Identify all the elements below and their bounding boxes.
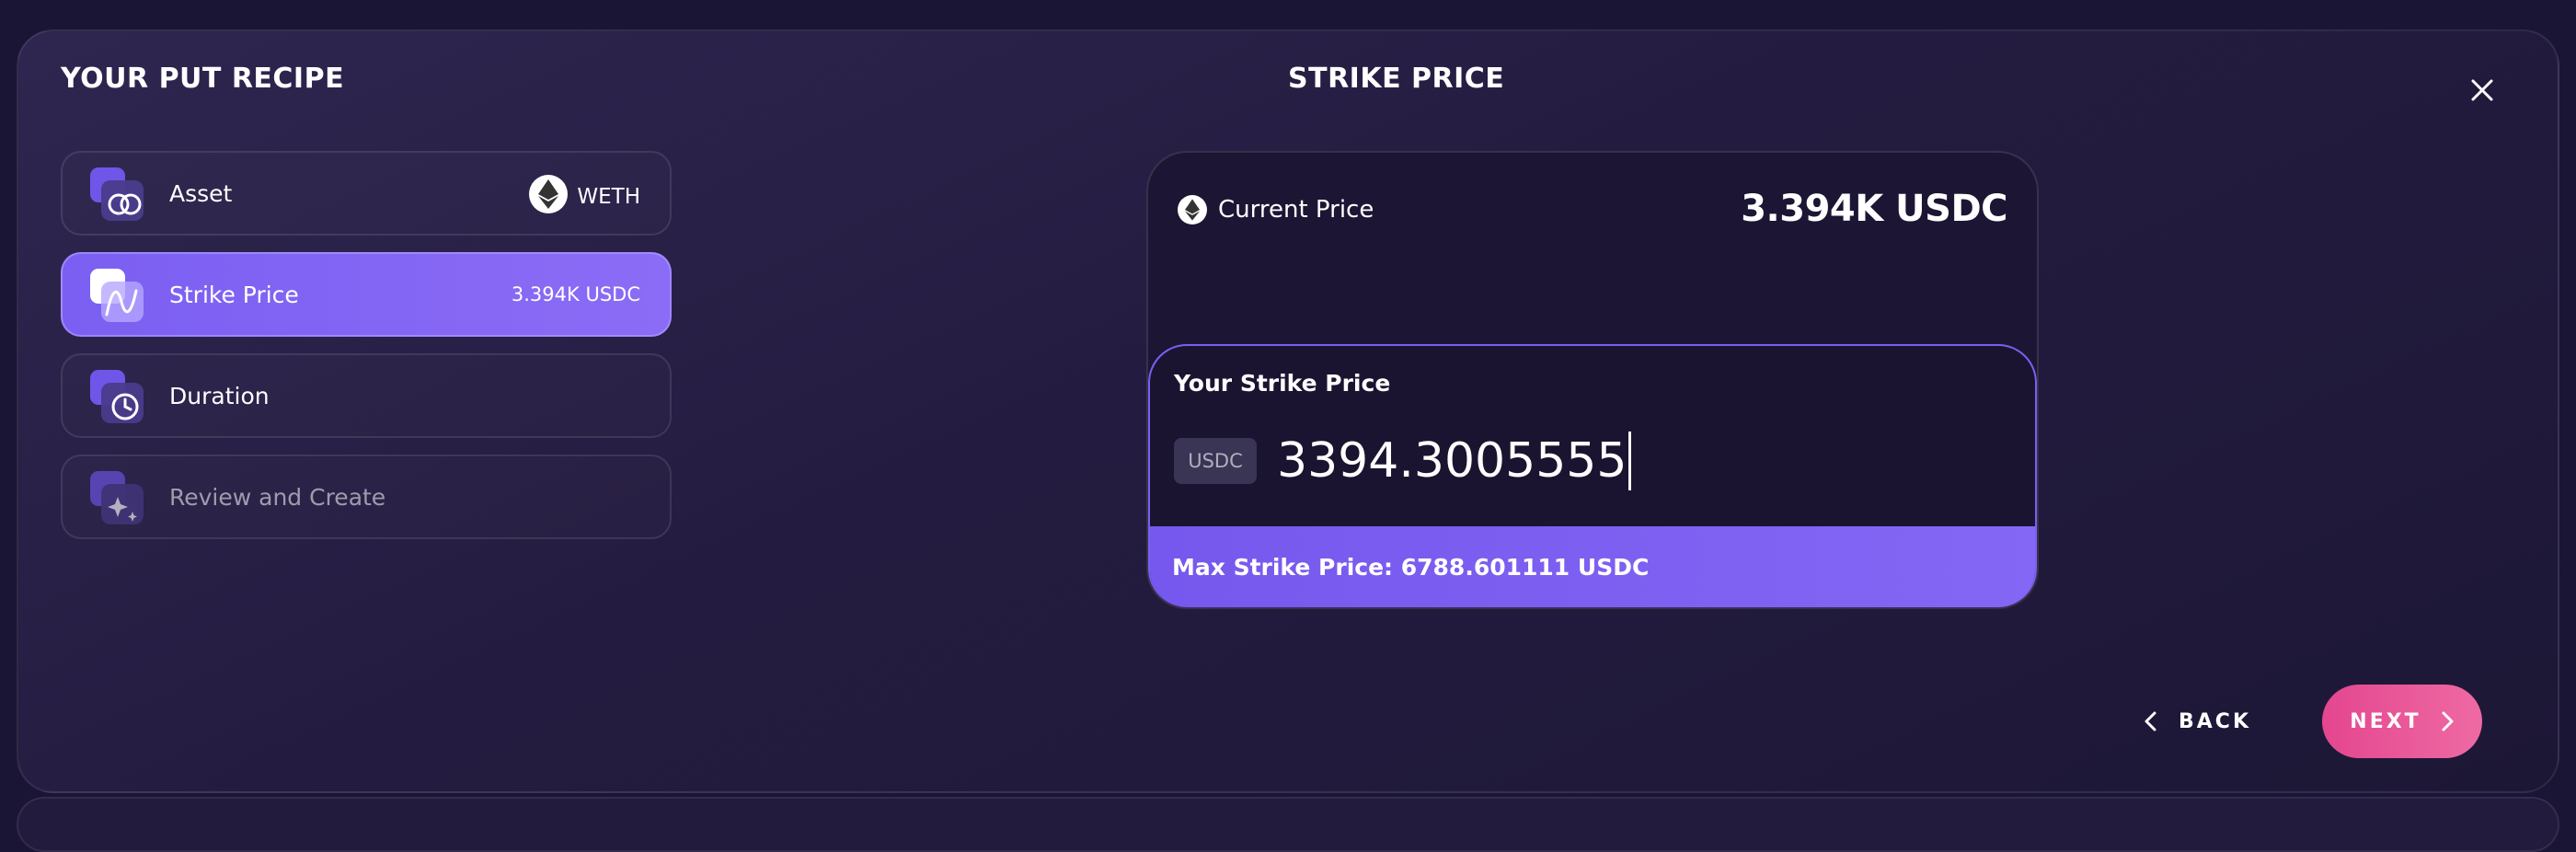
max-strike-price-bar: Max Strike Price: 6788.601111 USDC [1150, 526, 2035, 607]
strike-price-input-value: 3394.3005555 [1277, 433, 1627, 489]
section-title: STRIKE PRICE [1288, 63, 1505, 95]
duration-clock-icon [90, 370, 145, 425]
text-caret [1628, 432, 1632, 490]
strike-price-label: Your Strike Price [1174, 370, 1391, 397]
step-review-and-create[interactable]: Review and Create [61, 455, 672, 539]
step-asset[interactable]: Asset WETH [61, 151, 672, 236]
next-button-label: NEXT [2350, 709, 2421, 733]
step-label-review-and-create: Review and Create [169, 484, 386, 511]
ethereum-icon [1178, 195, 1207, 225]
current-price-row: Current Price [1178, 195, 1374, 225]
next-button[interactable]: NEXT [2322, 685, 2482, 758]
secondary-panel [17, 797, 2559, 852]
step-label-strike-price: Strike Price [169, 282, 299, 308]
max-strike-price-text: Max Strike Price: 6788.601111 USDC [1172, 553, 1650, 581]
step-strike-price[interactable]: Strike Price 3.394K USDC [61, 252, 672, 337]
close-icon [2471, 79, 2493, 101]
ethereum-icon [529, 175, 569, 213]
step-value-asset: WETH [529, 175, 640, 213]
review-sparkle-icon [90, 471, 145, 526]
current-price-label: Current Price [1218, 196, 1374, 224]
close-button[interactable] [2464, 72, 2501, 109]
asset-token-label: WETH [577, 185, 640, 209]
strike-price-card: Current Price 3.394K USDC Your Strike Pr… [1146, 151, 2039, 609]
strike-price-input-box: Your Strike Price USDC 3394.3005555 Max … [1148, 344, 2037, 607]
back-button[interactable]: BACK [2144, 699, 2251, 743]
step-duration[interactable]: Duration [61, 353, 672, 438]
chevron-right-icon [2442, 711, 2454, 731]
current-price-value: 3.394K USDC [1741, 188, 2007, 230]
asset-icon [90, 167, 145, 223]
back-button-label: BACK [2179, 709, 2251, 733]
chevron-left-icon [2145, 711, 2156, 731]
step-label-duration: Duration [169, 383, 270, 409]
step-label-asset: Asset [169, 180, 233, 207]
strike-price-input[interactable]: 3394.3005555 [1277, 431, 1995, 491]
strike-price-icon [90, 269, 145, 324]
currency-unit-chip: USDC [1174, 438, 1257, 484]
recipe-title: YOUR PUT RECIPE [61, 63, 345, 95]
step-value-strike-price: 3.394K USDC [511, 283, 640, 305]
